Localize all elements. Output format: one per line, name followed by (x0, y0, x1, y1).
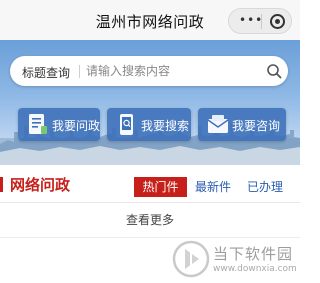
ask-government-label: 我要问政 (52, 119, 101, 133)
search-icon[interactable] (266, 63, 282, 79)
tab-completed[interactable]: 已办理 (241, 177, 289, 197)
title-bar: 温州市网络问政 ••• (0, 0, 300, 40)
watermark-brand: 当下软件园 (213, 245, 294, 263)
watermark-url: www.downxia.com (213, 264, 297, 274)
consult-button[interactable]: 我要咨询 (198, 108, 286, 141)
section-header: 网络问政 热门件 最新件 已办理 (0, 165, 300, 203)
watermark: 当下软件园 www.downxia.com (166, 240, 297, 280)
section-title: 网络问政 (10, 176, 71, 194)
search-action-button[interactable]: 我要搜索 (107, 108, 191, 141)
section-accent-bar (0, 177, 3, 192)
search-action-label: 我要搜索 (141, 119, 190, 133)
search-bar: 标题查询 (10, 56, 288, 86)
capsule-divider (261, 14, 262, 29)
ask-government-button[interactable]: 我要问政 (18, 108, 100, 141)
search-label: 标题查询 (22, 66, 71, 80)
ellipsis-icon[interactable]: ••• (239, 13, 263, 27)
mail-icon (207, 115, 229, 133)
watermark-logo-icon (172, 240, 210, 278)
search-input[interactable] (86, 61, 256, 81)
mini-program-capsule: ••• (228, 8, 292, 34)
search-divider (79, 65, 80, 78)
target-circle-icon[interactable] (270, 14, 285, 29)
document-icon (29, 114, 47, 134)
tab-latest[interactable]: 最新件 (190, 177, 236, 197)
phone-search-icon (120, 114, 133, 135)
tab-hot[interactable]: 热门件 (134, 177, 187, 197)
view-more-link[interactable]: 查看更多 (0, 203, 300, 238)
consult-label: 我要咨询 (232, 119, 281, 133)
